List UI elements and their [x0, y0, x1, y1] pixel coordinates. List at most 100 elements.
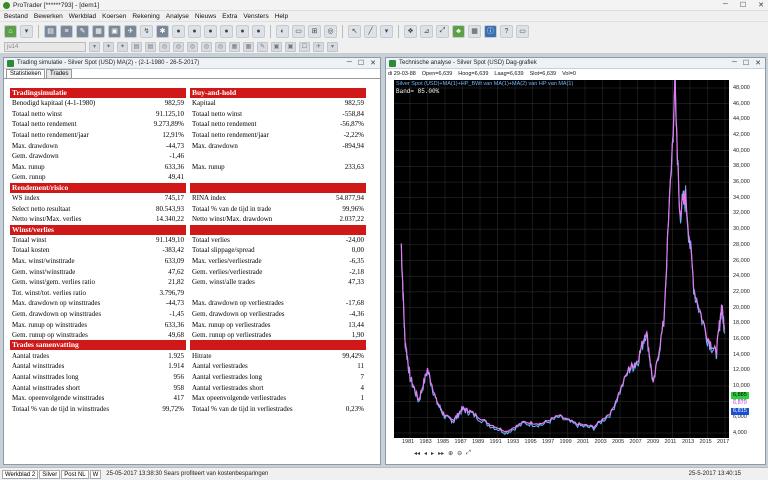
- y-tick-label: 32,000: [733, 210, 750, 217]
- arrow-icon[interactable]: ▾: [20, 24, 33, 38]
- tool-icon[interactable]: ✎: [257, 41, 268, 52]
- zoom-icon[interactable]: ●: [188, 24, 201, 38]
- home-icon[interactable]: ⌂: [4, 24, 17, 38]
- prev-icon[interactable]: ◂: [424, 450, 427, 457]
- ticker-icon[interactable]: ▤: [44, 24, 57, 38]
- menu-bewerken[interactable]: Bewerken: [34, 13, 63, 20]
- last-icon[interactable]: ▸▸: [438, 450, 444, 457]
- tool-icon[interactable]: ▤: [131, 41, 142, 52]
- help-icon[interactable]: ?: [500, 24, 513, 38]
- price-chart[interactable]: Silver Spot (USD)+MA(1)+HP_BWt van MA(1)…: [394, 67, 729, 438]
- tool-icon[interactable]: ▾: [327, 41, 338, 52]
- calculator-icon[interactable]: ▦: [468, 24, 481, 38]
- tab-trades[interactable]: Trades: [46, 69, 73, 78]
- menu-bestand[interactable]: Bestand: [4, 13, 28, 20]
- stat-value: 91.125,10: [156, 109, 184, 118]
- worksheet-tab[interactable]: Post NL: [61, 469, 89, 479]
- favorites-icon[interactable]: ❖: [404, 24, 417, 38]
- menu-koersen[interactable]: Koersen: [102, 13, 126, 20]
- maximize-button[interactable]: ☐: [740, 1, 746, 9]
- layout-icon[interactable]: ◐: [276, 24, 289, 38]
- close-button[interactable]: ✕: [755, 59, 761, 67]
- tool-icon[interactable]: ◎: [173, 41, 184, 52]
- alert-icon[interactable]: ●: [220, 24, 233, 38]
- news-ticker[interactable]: 25-05-2017 13:38:30 Sears profiteert van…: [106, 471, 268, 477]
- symbol-dropdown-icon[interactable]: ▾: [89, 41, 100, 52]
- x-tick-label: 1995: [524, 439, 537, 445]
- stat-row: Totaal netto winst 91.125,10: [10, 109, 186, 120]
- menu-vensters[interactable]: Vensters: [243, 13, 268, 20]
- tool-icon[interactable]: ▦: [229, 41, 240, 52]
- trade-icon[interactable]: ✈: [124, 24, 137, 38]
- menu-extra[interactable]: Extra: [222, 13, 237, 20]
- cursor-icon[interactable]: ↖: [348, 24, 361, 38]
- first-icon[interactable]: ◂◂: [414, 450, 420, 457]
- tool-icon[interactable]: ▦: [243, 41, 254, 52]
- stat-label: Totaal netto rendement: [192, 120, 257, 129]
- minimize-button[interactable]: ─: [347, 59, 352, 67]
- menu-werkblad[interactable]: Werkblad: [69, 13, 96, 20]
- indicator-icon[interactable]: ●: [172, 24, 185, 38]
- expand-icon[interactable]: ⤢: [466, 450, 471, 457]
- tool-icon[interactable]: ▣: [271, 41, 282, 52]
- tool-icon[interactable]: ✦: [103, 41, 114, 52]
- order-icon[interactable]: ▦: [92, 24, 105, 38]
- candle-icon[interactable]: ↯: [140, 24, 153, 38]
- tool-icon[interactable]: ✦: [117, 41, 128, 52]
- settings-icon[interactable]: ◎: [324, 24, 337, 38]
- stat-label: Hitrate: [192, 351, 212, 360]
- maximize-button[interactable]: ☐: [358, 59, 364, 67]
- scan-icon[interactable]: ●: [204, 24, 217, 38]
- news-icon[interactable]: ●: [236, 24, 249, 38]
- draw-line-icon[interactable]: ╱: [364, 24, 377, 38]
- zoom-in-icon[interactable]: ⊕: [448, 450, 453, 457]
- export-icon[interactable]: ⤢: [436, 24, 449, 38]
- stat-value: 1.914: [168, 362, 184, 371]
- tool-icon[interactable]: ◎: [215, 41, 226, 52]
- close-button[interactable]: ✕: [370, 59, 376, 67]
- stat-value: 982,59: [344, 99, 364, 108]
- menu-rekening[interactable]: Rekening: [132, 13, 159, 20]
- stat-label: Max. verlies/verliestrade: [192, 257, 262, 266]
- clipboard-icon[interactable]: ▭: [516, 24, 529, 38]
- zoom-out-icon[interactable]: ⊖: [457, 450, 462, 457]
- watchlist-icon[interactable]: ≡: [60, 24, 73, 38]
- worksheet-tab[interactable]: W: [89, 469, 102, 479]
- stat-row: Totaal netto rendement -56,87%: [190, 119, 366, 130]
- tool-icon[interactable]: ▣: [285, 41, 296, 52]
- tool-icon[interactable]: ▤: [145, 41, 156, 52]
- minimize-button[interactable]: ─: [723, 1, 728, 9]
- symbol-input[interactable]: ju14: [4, 41, 86, 52]
- tool-icon[interactable]: ◎: [159, 41, 170, 52]
- info-icon[interactable]: ⓘ: [484, 24, 497, 38]
- price-chart-svg[interactable]: [394, 67, 729, 438]
- chart-icon[interactable]: ✎: [76, 24, 89, 38]
- worksheet-tab[interactable]: Werkblad 2: [2, 469, 39, 479]
- portfolio-icon[interactable]: ▣: [108, 24, 121, 38]
- y-tick-label: 30,000: [733, 226, 750, 233]
- draw-tool-icon[interactable]: ▾: [380, 24, 393, 38]
- refresh-icon[interactable]: ●: [252, 24, 265, 38]
- grid-icon[interactable]: ⊞: [308, 24, 321, 38]
- trend-icon[interactable]: ⊿: [420, 24, 433, 38]
- minimize-button[interactable]: ─: [732, 59, 737, 67]
- stat-value: 21,82: [168, 278, 184, 287]
- tool-icon[interactable]: ✈: [313, 41, 324, 52]
- tool-icon[interactable]: ◎: [187, 41, 198, 52]
- stat-value: 13,44: [348, 320, 364, 329]
- clover-icon[interactable]: ♣: [452, 24, 465, 38]
- menu-nieuws[interactable]: Nieuws: [195, 13, 216, 20]
- tool-icon[interactable]: ◎: [201, 41, 212, 52]
- menu-help[interactable]: Help: [275, 13, 288, 20]
- close-button[interactable]: ✕: [758, 1, 764, 9]
- print-icon[interactable]: ▭: [292, 24, 305, 38]
- stat-label: Select netto resultaat: [12, 204, 71, 213]
- menu-analyse[interactable]: Analyse: [166, 13, 189, 20]
- analysis-icon[interactable]: ✱: [156, 24, 169, 38]
- tab-statistieken[interactable]: Statistieken: [6, 69, 46, 78]
- worksheet-tab[interactable]: Silver: [39, 469, 61, 479]
- stat-value: 1,90: [351, 331, 364, 340]
- next-icon[interactable]: ▸: [431, 450, 434, 457]
- maximize-button[interactable]: ☐: [743, 59, 749, 67]
- tool-icon[interactable]: ☐: [299, 41, 310, 52]
